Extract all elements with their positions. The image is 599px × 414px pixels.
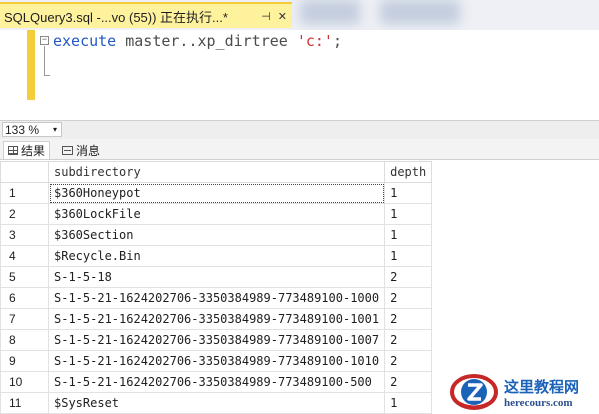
- subdirectory-cell[interactable]: $SysReset: [47, 392, 386, 414]
- depth-cell[interactable]: 2: [384, 371, 433, 393]
- code-keyword: execute: [53, 32, 117, 50]
- depth-cell[interactable]: 2: [384, 350, 433, 372]
- row-number-cell[interactable]: 4: [0, 245, 49, 267]
- grid-icon: [8, 146, 18, 155]
- subdirectory-cell[interactable]: $360Section: [47, 224, 386, 246]
- row-number-cell[interactable]: 1: [0, 182, 49, 204]
- subdirectory-cell[interactable]: $360LockFile: [47, 203, 386, 225]
- table-row[interactable]: 7 S-1-5-21-1624202706-3350384989-77348910…: [0, 308, 433, 330]
- collapse-icon[interactable]: −: [40, 36, 49, 45]
- subdirectory-cell[interactable]: S-1-5-21-1624202706-3350384989-773489100…: [47, 350, 386, 372]
- row-number-cell[interactable]: 2: [0, 203, 49, 225]
- watermark-url: herecours.com: [504, 396, 573, 409]
- zoom-dropdown[interactable]: 133 % ▾: [2, 122, 62, 137]
- change-tracking-margin: [27, 30, 35, 100]
- depth-cell[interactable]: 1: [384, 203, 433, 225]
- table-row[interactable]: 8 S-1-5-21-1624202706-3350384989-77348910…: [0, 329, 433, 351]
- subdirectory-cell[interactable]: S-1-5-18: [47, 266, 386, 288]
- depth-cell[interactable]: 2: [384, 287, 433, 309]
- pin-icon[interactable]: ⊣: [261, 10, 271, 23]
- code-line[interactable]: execute master..xp_dirtree 'c:';: [53, 32, 342, 50]
- table-row[interactable]: 3 $360Section 1: [0, 224, 433, 246]
- row-number-cell[interactable]: 6: [0, 287, 49, 309]
- results-tab-bar: 结果 消息: [0, 139, 599, 160]
- row-number-cell[interactable]: 10: [0, 371, 49, 393]
- code-string: 'c:': [296, 32, 333, 50]
- subdirectory-cell[interactable]: S-1-5-21-1624202706-3350384989-773489100…: [47, 329, 386, 351]
- table-row[interactable]: 11 $SysReset 1: [0, 392, 433, 414]
- column-header-depth[interactable]: depth: [384, 161, 433, 183]
- row-number-cell[interactable]: 11: [0, 392, 49, 414]
- table-row[interactable]: 1 $360Honeypot 1: [0, 182, 433, 204]
- blurred-region: [380, 0, 460, 24]
- code-object: master..xp_dirtree: [116, 32, 297, 50]
- table-row[interactable]: 5 S-1-5-18 2: [0, 266, 433, 288]
- table-row[interactable]: 9 S-1-5-21-1624202706-3350384989-77348910…: [0, 350, 433, 372]
- depth-cell[interactable]: 1: [384, 182, 433, 204]
- code-terminator: ;: [332, 32, 342, 50]
- query-tab[interactable]: SQLQuery3.sql -...vo (55)) 正在执行...* ⊣ ✕: [0, 2, 292, 28]
- column-header-subdirectory[interactable]: subdirectory: [47, 161, 386, 183]
- grid-header-row: subdirectory depth: [0, 161, 433, 183]
- watermark-site-name: 这里教程网: [504, 377, 580, 396]
- document-tab-strip: SQLQuery3.sql -...vo (55)) 正在执行...* ⊣ ✕: [0, 0, 599, 30]
- subdirectory-cell[interactable]: S-1-5-21-1624202706-3350384989-773489100…: [47, 287, 386, 309]
- row-number-cell[interactable]: 5: [0, 266, 49, 288]
- message-icon: [62, 145, 73, 155]
- query-tab-title: SQLQuery3.sql -...vo (55)) 正在执行...*: [4, 9, 228, 25]
- chevron-down-icon: ▾: [52, 125, 57, 134]
- tab-results-label: 结果: [21, 144, 46, 158]
- results-grid[interactable]: subdirectory depth 1 $360Honeypot 1 2 $360Lo…: [0, 161, 433, 414]
- depth-cell[interactable]: 1: [384, 392, 433, 414]
- tab-messages[interactable]: 消息: [58, 141, 104, 159]
- row-number-cell[interactable]: 9: [0, 350, 49, 372]
- outline-line: [44, 46, 50, 76]
- z-logo-icon: [450, 374, 498, 410]
- depth-cell[interactable]: 2: [384, 266, 433, 288]
- close-icon[interactable]: ✕: [278, 10, 287, 23]
- depth-cell[interactable]: 1: [384, 224, 433, 246]
- depth-cell[interactable]: 2: [384, 308, 433, 330]
- table-row[interactable]: 10 S-1-5-21-1624202706-3350384989-7734891…: [0, 371, 433, 393]
- query-editor[interactable]: − execute master..xp_dirtree 'c:';: [0, 30, 599, 120]
- table-row[interactable]: 2 $360LockFile 1: [0, 203, 433, 225]
- zoom-bar: 133 % ▾: [0, 120, 599, 139]
- watermark: 这里教程网 herecours.com: [448, 370, 599, 414]
- blurred-region: [300, 0, 360, 24]
- subdirectory-cell[interactable]: $Recycle.Bin: [47, 245, 386, 267]
- row-number-cell[interactable]: 8: [0, 329, 49, 351]
- depth-cell[interactable]: 2: [384, 329, 433, 351]
- tab-messages-label: 消息: [76, 143, 101, 158]
- subdirectory-cell[interactable]: $360Honeypot: [47, 182, 386, 204]
- subdirectory-cell[interactable]: S-1-5-21-1624202706-3350384989-773489100…: [47, 308, 386, 330]
- table-row[interactable]: 6 S-1-5-21-1624202706-3350384989-77348910…: [0, 287, 433, 309]
- row-number-header[interactable]: [0, 161, 49, 183]
- table-row[interactable]: 4 $Recycle.Bin 1: [0, 245, 433, 267]
- subdirectory-cell[interactable]: S-1-5-21-1624202706-3350384989-773489100…: [47, 371, 386, 393]
- depth-cell[interactable]: 1: [384, 245, 433, 267]
- row-number-cell[interactable]: 3: [0, 224, 49, 246]
- row-number-cell[interactable]: 7: [0, 308, 49, 330]
- zoom-value: 133 %: [5, 122, 40, 137]
- tab-results[interactable]: 结果: [3, 141, 51, 159]
